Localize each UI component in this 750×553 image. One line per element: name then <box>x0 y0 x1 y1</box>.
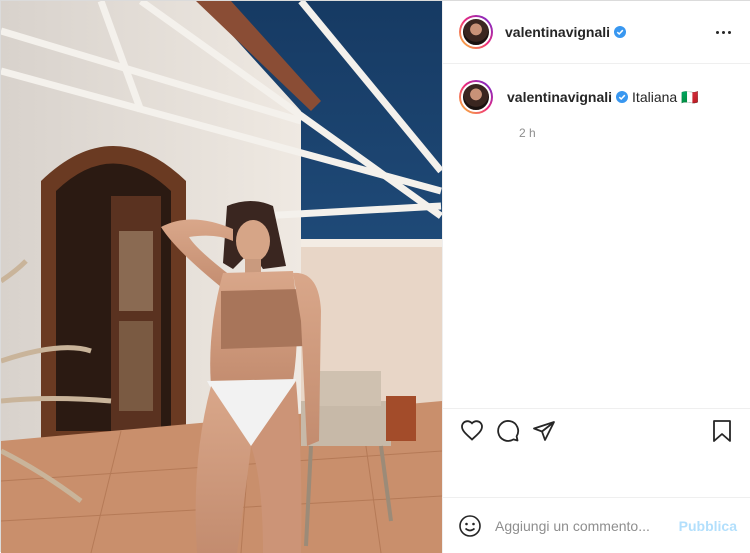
comments-section: valentinavignali Italiana 🇮🇹 2 h <box>443 64 750 408</box>
heart-icon[interactable] <box>455 414 489 448</box>
post-header: valentinavignali <box>443 1 750 64</box>
post-timestamp[interactable]: 2 h <box>519 126 735 140</box>
publish-button[interactable]: Pubblica <box>679 518 737 534</box>
action-bar <box>443 408 750 453</box>
caption-text: Italiana 🇮🇹 <box>632 89 699 105</box>
bookmark-icon[interactable] <box>705 414 739 448</box>
add-comment-bar: Pubblica <box>443 497 750 553</box>
comment-input[interactable] <box>495 517 679 534</box>
post-username[interactable]: valentinavignali <box>505 24 610 40</box>
share-icon[interactable] <box>527 414 561 448</box>
caption-body: valentinavignali Italiana 🇮🇹 <box>507 80 699 106</box>
post-photo[interactable] <box>1 1 442 553</box>
caption: valentinavignali Italiana 🇮🇹 <box>459 80 735 114</box>
comment-icon[interactable] <box>491 414 525 448</box>
caption-avatar[interactable] <box>459 80 493 114</box>
verified-badge-icon <box>614 26 627 38</box>
emoji-icon[interactable] <box>457 513 483 539</box>
more-options-icon[interactable] <box>711 20 735 44</box>
caption-verified-badge-icon <box>616 91 629 103</box>
photo-illustration <box>1 1 442 553</box>
post-modal: valentinavignali valentinavignali Italia… <box>0 0 750 553</box>
caption-username[interactable]: valentinavignali <box>507 89 612 105</box>
post-details-panel: valentinavignali valentinavignali Italia… <box>442 1 750 553</box>
avatar[interactable] <box>459 15 493 49</box>
